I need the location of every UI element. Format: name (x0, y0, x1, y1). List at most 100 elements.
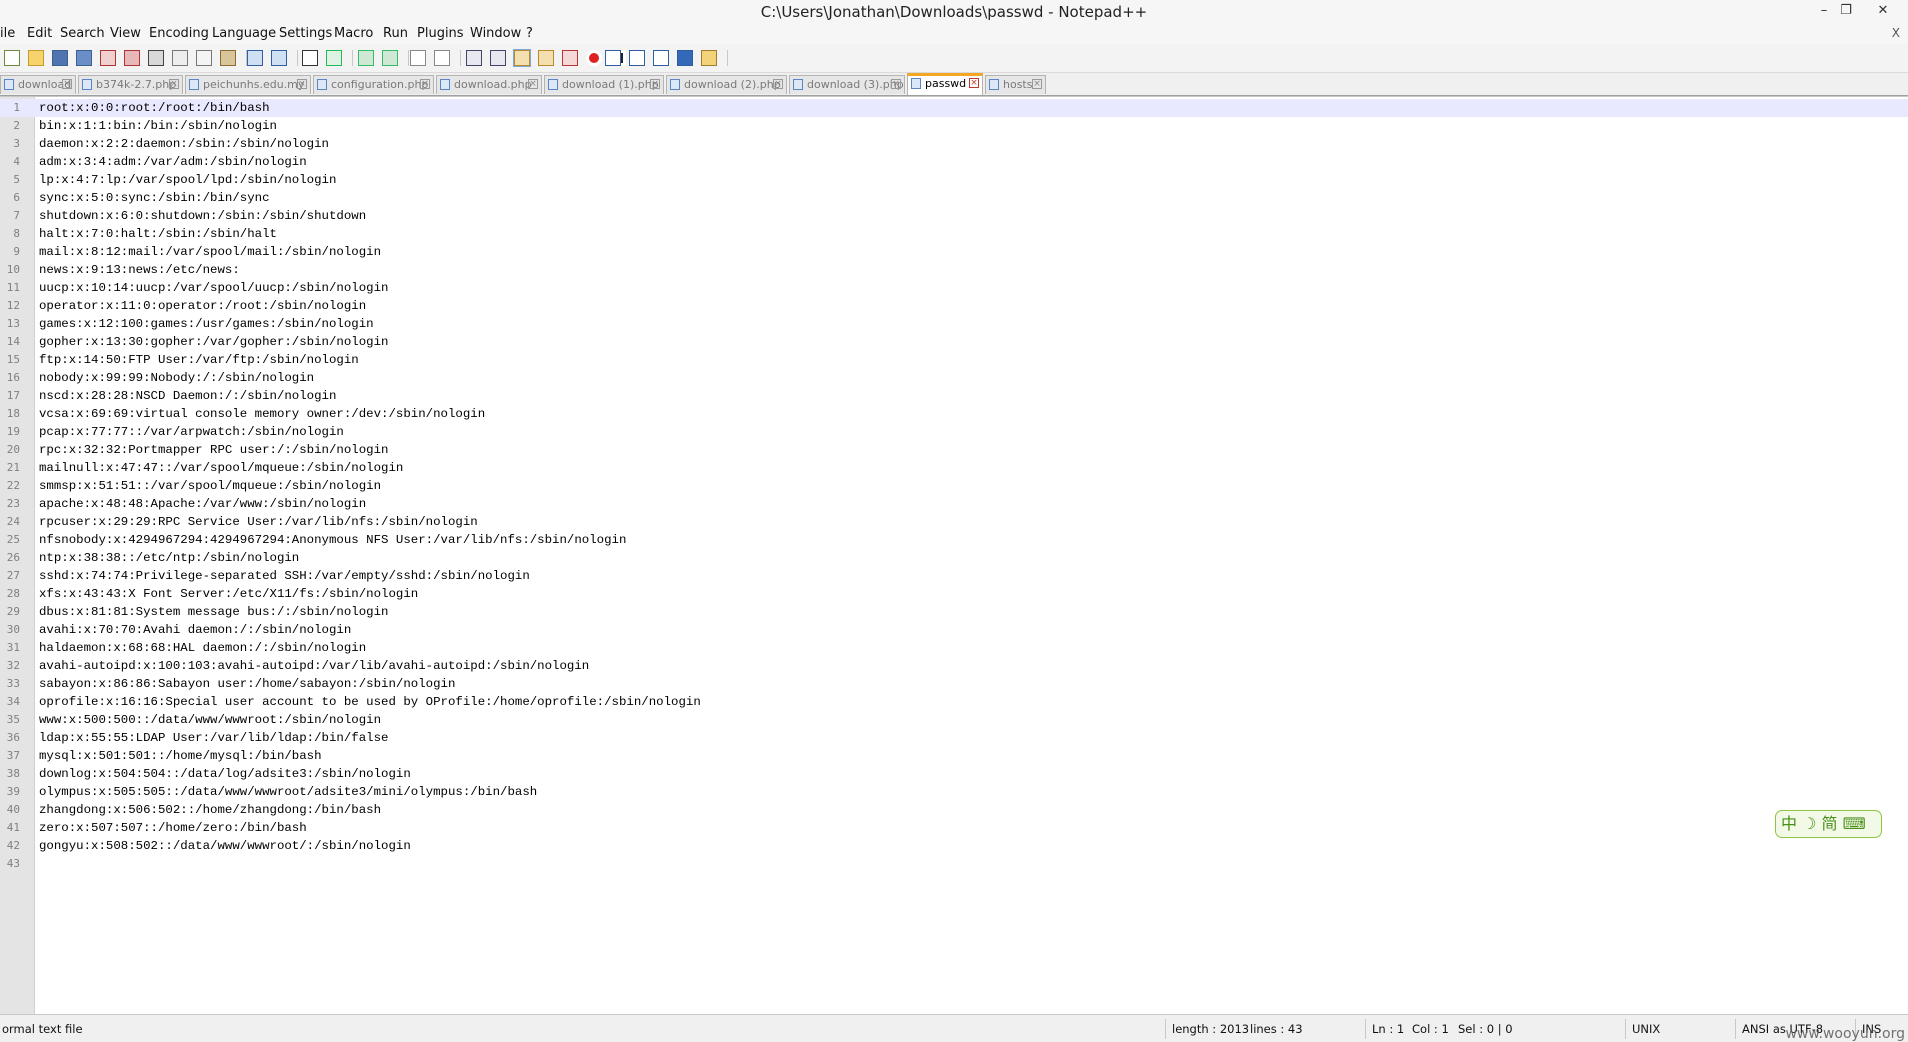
code-line[interactable]: 26 ntp:x:38:38::/etc/ntp:/sbin/nologin (0, 549, 1908, 567)
menu-item[interactable]: Edit (27, 26, 52, 41)
menu-item[interactable]: Plugins (417, 26, 464, 41)
menu-item[interactable]: Settings (279, 26, 332, 41)
menu-item[interactable]: Search (60, 26, 105, 41)
code-line[interactable]: 11 uucp:x:10:14:uucp:/var/spool/uucp:/sbi… (0, 279, 1908, 297)
code-line[interactable]: 16 nobody:x:99:99:Nobody:/:/sbin/nologin (0, 369, 1908, 387)
tab-download-2-php[interactable]: download (2).php × (666, 75, 787, 94)
show-all-chars-icon[interactable] (490, 50, 506, 66)
tab-peichunhs-edu-my[interactable]: peichunhs.edu.my × (185, 75, 311, 94)
code-line[interactable]: 32 avahi-autoipd:x:100:103:avahi-autoipd:… (0, 657, 1908, 675)
code-line[interactable]: 21 mailnull:x:47:47::/var/spool/mqueue:/s… (0, 459, 1908, 477)
undo-icon[interactable] (247, 50, 263, 66)
code-line[interactable]: 7 shutdown:x:6:0:shutdown:/sbin:/sbin/shu… (0, 207, 1908, 225)
code-line[interactable]: 18 vcsa:x:69:69:virtual console memory ow… (0, 405, 1908, 423)
code-line[interactable]: 43 (0, 855, 1908, 873)
new-file-icon[interactable] (4, 50, 20, 66)
code-line[interactable]: 19 pcap:x:77:77::/var/arpwatch:/sbin/nolo… (0, 423, 1908, 441)
code-line[interactable]: 22 smmsp:x:51:51::/var/spool/mqueue:/sbin… (0, 477, 1908, 495)
code-line[interactable]: 20 rpc:x:32:32:Portmapper RPC user:/:/sbi… (0, 441, 1908, 459)
code-line[interactable]: 3 daemon:x:2:2:daemon:/sbin:/sbin/nologin (0, 135, 1908, 153)
code-line[interactable]: 13 games:x:12:100:games:/usr/games:/sbin/… (0, 315, 1908, 333)
menu-item[interactable]: ? (526, 26, 533, 41)
function-list-icon[interactable] (538, 50, 554, 66)
tab-download-3-php[interactable]: download (3).php × (789, 75, 905, 94)
menu-item[interactable]: Macro (334, 26, 373, 41)
code-line[interactable]: 12 operator:x:11:0:operator:/root:/sbin/n… (0, 297, 1908, 315)
save-macro-icon[interactable] (653, 50, 669, 66)
spell-check-icon[interactable] (677, 50, 693, 66)
code-line[interactable]: 5 lp:x:4:7:lp:/var/spool/lpd:/sbin/nologi… (0, 171, 1908, 189)
zoom-out-icon[interactable] (382, 50, 398, 66)
code-line[interactable]: 38 downlog:x:504:504::/data/log/adsite3:/… (0, 765, 1908, 783)
code-line[interactable]: 23 apache:x:48:48:Apache:/var/www:/sbin/n… (0, 495, 1908, 513)
save-icon[interactable] (52, 50, 68, 66)
code-line[interactable]: 9 mail:x:8:12:mail:/var/spool/mail:/sbin/… (0, 243, 1908, 261)
close-tab-icon[interactable]: × (1032, 79, 1042, 89)
find-icon[interactable] (302, 50, 318, 66)
open-file-icon[interactable] (28, 50, 44, 66)
code-line[interactable]: 36 ldap:x:55:55:LDAP User:/var/lib/ldap:/… (0, 729, 1908, 747)
menu-item[interactable]: ile (0, 26, 15, 41)
copy-icon[interactable] (196, 50, 212, 66)
doc-map-icon[interactable] (514, 50, 530, 66)
code-line[interactable]: 27 sshd:x:74:74:Privilege-separated SSH:/… (0, 567, 1908, 585)
close-tab-icon[interactable]: × (891, 79, 901, 89)
sync-vertical-icon[interactable] (410, 50, 426, 66)
undefined[interactable] (730, 50, 746, 66)
play-macro-icon[interactable] (605, 50, 621, 66)
menu-item[interactable]: Run (383, 26, 408, 41)
sync-horizontal-icon[interactable] (434, 50, 450, 66)
tab-download-php[interactable]: download.php × (436, 75, 542, 94)
code-line[interactable]: 24 rpcuser:x:29:29:RPC Service User:/var/… (0, 513, 1908, 531)
record-macro-icon[interactable] (586, 50, 602, 66)
folder-workspace-icon[interactable] (562, 50, 578, 66)
menu-item[interactable]: Encoding (149, 26, 209, 41)
code-line[interactable]: 17 nscd:x:28:28:NSCD Daemon:/:/sbin/nolog… (0, 387, 1908, 405)
close-tab-icon[interactable]: × (169, 79, 179, 89)
code-line[interactable]: 14 gopher:x:13:30:gopher:/var/gopher:/sbi… (0, 333, 1908, 351)
code-line[interactable]: 15 ftp:x:14:50:FTP User:/var/ftp:/sbin/no… (0, 351, 1908, 369)
replace-icon[interactable] (326, 50, 342, 66)
paste-icon[interactable] (220, 50, 236, 66)
code-line[interactable]: 39 olympus:x:505:505::/data/www/wwwroot/a… (0, 783, 1908, 801)
minimize-button[interactable]: – (1813, 1, 1835, 21)
save-all-icon[interactable] (76, 50, 92, 66)
undefined[interactable] (754, 50, 770, 66)
code-line[interactable]: 37 mysql:x:501:501::/home/mysql:/bin/bash (0, 747, 1908, 765)
close-document-button[interactable]: X (1892, 26, 1900, 40)
print-icon[interactable] (148, 50, 164, 66)
code-line[interactable]: 4 adm:x:3:4:adm:/var/adm:/sbin/nologin (0, 153, 1908, 171)
tab-passwd[interactable]: passwd × (907, 73, 983, 95)
code-line[interactable]: 2 bin:x:1:1:bin:/bin:/sbin/nologin (0, 117, 1908, 135)
close-all-icon[interactable] (124, 50, 140, 66)
zoom-in-icon[interactable] (358, 50, 374, 66)
code-line[interactable]: 34 oprofile:x:16:16:Special user account … (0, 693, 1908, 711)
menu-item[interactable]: Language (212, 26, 276, 41)
code-line[interactable]: 1 root:x:0:0:root:/root:/bin/bash (0, 99, 1908, 117)
code-line[interactable]: 33 sabayon:x:86:86:Sabayon user:/home/sab… (0, 675, 1908, 693)
word-wrap-icon[interactable] (466, 50, 482, 66)
run-macro-multiple-icon[interactable] (629, 50, 645, 66)
close-icon[interactable] (100, 50, 116, 66)
menu-item[interactable]: Window (470, 26, 521, 41)
spell-check-config-icon[interactable] (701, 50, 717, 66)
ime-indicator[interactable]: 中 ☽ 简 ⌨ (1775, 810, 1882, 838)
code-line[interactable]: 41 zero:x:507:507::/home/zero:/bin/bash (0, 819, 1908, 837)
close-tab-icon[interactable]: × (969, 78, 979, 88)
code-line[interactable]: 40 zhangdong:x:506:502::/home/zhangdong:/… (0, 801, 1908, 819)
close-tab-icon[interactable]: × (420, 79, 430, 89)
close-tab-icon[interactable]: × (297, 79, 307, 89)
code-line[interactable]: 35 www:x:500:500::/data/www/wwwroot:/sbin… (0, 711, 1908, 729)
menu-item[interactable]: View (110, 26, 141, 41)
close-tab-icon[interactable]: × (773, 79, 783, 89)
code-line[interactable]: 25 nfsnobody:x:4294967294:4294967294:Anon… (0, 531, 1908, 549)
code-line[interactable]: 10 news:x:9:13:news:/etc/news: (0, 261, 1908, 279)
tab-download[interactable]: download × (0, 75, 76, 94)
editor[interactable]: 1 root:x:0:0:root:/root:/bin/bash 2 bin:x:1… (0, 96, 1908, 1015)
close-tab-icon[interactable]: × (528, 79, 538, 89)
close-tab-icon[interactable]: × (650, 79, 660, 89)
tab-b374k-2-7-php[interactable]: b374k-2.7.php × (78, 75, 183, 94)
tab-hosts[interactable]: hosts × (985, 75, 1046, 94)
restore-button[interactable]: ❐ (1835, 1, 1857, 21)
code-line[interactable]: 29 dbus:x:81:81:System message bus:/:/sbi… (0, 603, 1908, 621)
